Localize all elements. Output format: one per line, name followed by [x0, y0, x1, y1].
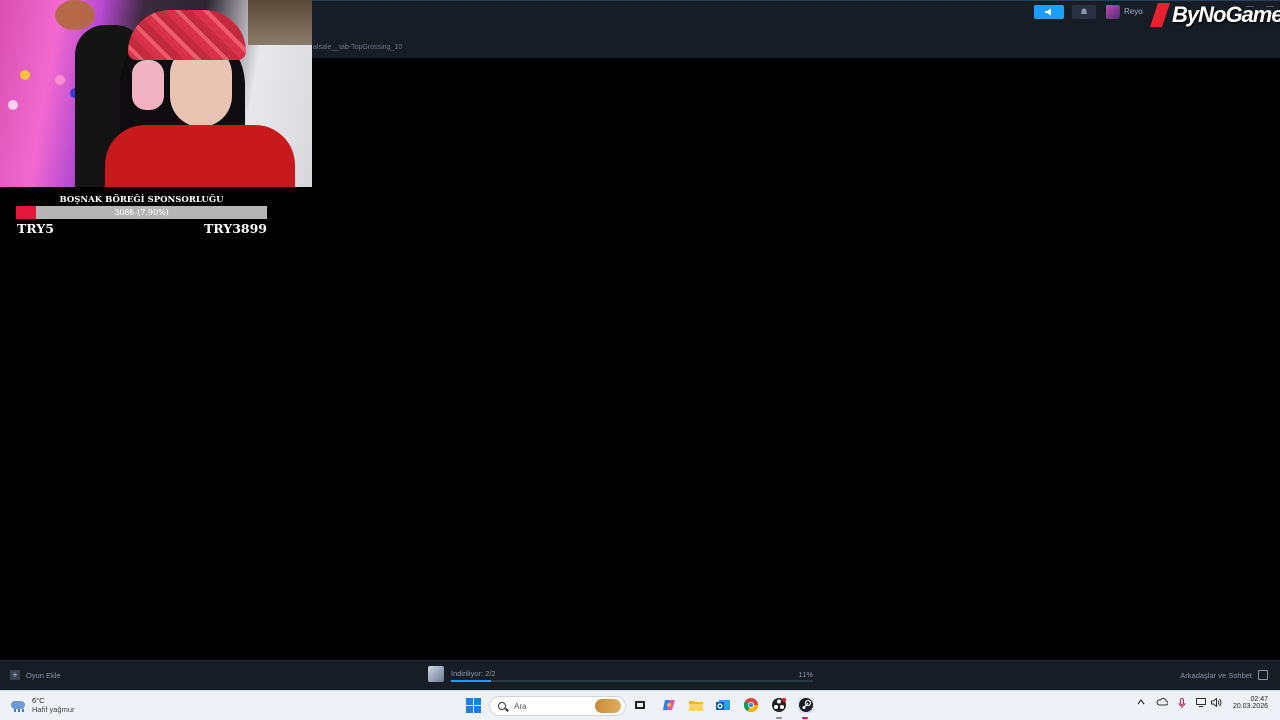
clock-time: 02:47: [1250, 696, 1268, 703]
weather-description: Hafif yağmur: [32, 705, 75, 714]
donation-goal-title: BOŞNAK BÖREĞİ SPONSORLUĞU: [59, 195, 224, 205]
windows-taskbar: 6°C Hafif yağmur Ara 02:47 20.03.2026: [0, 690, 1280, 720]
user-avatar[interactable]: [1106, 5, 1120, 19]
add-game-label: Oyun Ekle: [26, 670, 61, 680]
streamer-body: [105, 125, 295, 187]
search-highlight-image: [595, 699, 621, 713]
chrome-icon: [744, 698, 758, 712]
volume-icon[interactable]: [1211, 697, 1222, 709]
donation-goal-progress-text: 308₺ (7.90%): [114, 208, 169, 217]
bynogame-logo-icon: [1150, 3, 1170, 27]
notifications-button[interactable]: [1072, 5, 1096, 19]
donation-goal-min: TRY5: [17, 221, 54, 236]
task-view-button[interactable]: [632, 697, 648, 713]
headphone: [132, 60, 164, 110]
system-clock[interactable]: 02:47 20.03.2026: [1233, 696, 1268, 710]
announcements-button[interactable]: [1034, 5, 1064, 19]
steam-active-indicator: [802, 717, 808, 719]
chrome-button[interactable]: [743, 697, 759, 713]
plus-icon: +: [10, 670, 20, 680]
download-progress-bar[interactable]: [451, 680, 813, 682]
outlook-button[interactable]: [715, 697, 731, 713]
friends-icon: [1258, 670, 1268, 680]
sponsor-logo: ByNoGame: [1150, 0, 1280, 30]
friends-chat-button[interactable]: Arkadaşlar ve Sohbet: [1180, 670, 1268, 680]
steam-bottom-bar: + Oyun Ekle İndiriliyor: 2/2 11% Arkadaş…: [0, 660, 1280, 690]
download-game-thumbnail[interactable]: [428, 666, 444, 682]
obs-button[interactable]: [771, 697, 787, 713]
user-name[interactable]: Reyo: [1124, 7, 1143, 16]
obs-icon: [772, 698, 786, 712]
file-explorer-icon: [689, 701, 703, 711]
megaphone-icon: [1045, 8, 1051, 16]
steam-icon: [799, 698, 813, 712]
steam-button[interactable]: [798, 697, 814, 713]
bell-icon: [1080, 8, 1088, 14]
download-percent: 11%: [798, 670, 813, 679]
webcam-overlay: [0, 0, 312, 187]
donation-goal-max: TRY3899: [203, 221, 267, 236]
search-icon: [498, 702, 506, 710]
weather-temperature: 6°C: [32, 696, 45, 705]
balloon-decoration: [55, 0, 95, 30]
task-view-icon: [635, 701, 645, 709]
network-icon[interactable]: [1196, 698, 1206, 709]
obs-active-indicator: [776, 717, 782, 719]
copilot-button[interactable]: [661, 697, 677, 713]
friends-chat-label: Arkadaşlar ve Sohbet: [1180, 670, 1252, 680]
outlook-icon: [716, 700, 730, 710]
add-game-button[interactable]: + Oyun Ekle: [10, 670, 61, 680]
screen: alsale__tab-TopGrossing_10 Reyo ByNoGame…: [0, 0, 1280, 720]
start-button[interactable]: [465, 697, 481, 713]
microphone-icon[interactable]: [1178, 698, 1186, 710]
weather-widget[interactable]: 6°C Hafif yağmur: [10, 696, 75, 714]
donation-goal-bar: 308₺ (7.90%): [16, 206, 267, 219]
copilot-icon: [663, 700, 675, 710]
clock-date: 20.03.2026: [1232, 703, 1268, 710]
onedrive-cloud-icon[interactable]: [1156, 697, 1169, 708]
sponsor-logo-text: ByNoGame: [1172, 2, 1280, 27]
rain-cloud-icon: [10, 698, 26, 712]
search-placeholder: Ara: [514, 701, 527, 711]
file-explorer-button[interactable]: [688, 697, 704, 713]
download-status[interactable]: İndiriliyor: 2/2: [451, 669, 496, 678]
taskbar-search-box[interactable]: Ara: [489, 696, 626, 716]
streamer-hat: [128, 10, 246, 60]
show-hidden-icons-chevron-icon[interactable]: [1137, 698, 1145, 708]
shelf-decoration: [248, 0, 312, 45]
steam-url-text: alsale__tab-TopGrossing_10: [313, 44, 403, 51]
download-progress-fill: [451, 680, 491, 682]
windows-start-icon: [465, 697, 481, 713]
